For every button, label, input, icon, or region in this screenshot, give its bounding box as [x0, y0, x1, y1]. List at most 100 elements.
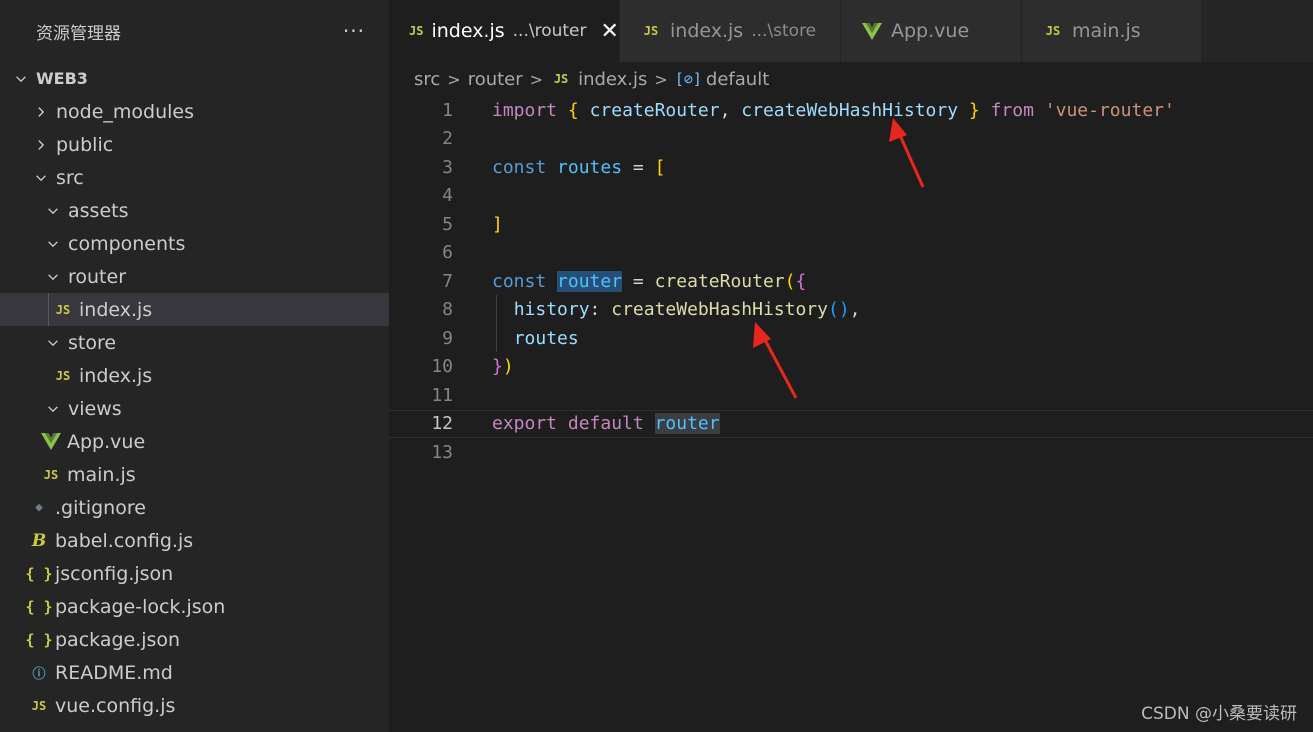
code-line: 10 })	[389, 353, 1313, 382]
tree-folder-node-modules[interactable]: node_modules	[0, 95, 389, 128]
tree-file-package-lock-json[interactable]: { } package-lock.json	[0, 590, 389, 623]
chevron-down-icon	[32, 171, 50, 185]
chevron-down-icon	[12, 72, 30, 86]
close-icon[interactable]: ✕	[601, 19, 619, 44]
token: {	[795, 270, 807, 292]
token: routes	[513, 327, 579, 349]
tree-folder-src[interactable]: src	[0, 161, 389, 194]
tab-label: main.js	[1072, 20, 1141, 42]
tree-file-babel-config[interactable]: B babel.config.js	[0, 524, 389, 557]
tree-item-label: package.json	[55, 628, 181, 651]
chevron-right-icon	[32, 105, 50, 119]
code-line: 6	[389, 239, 1313, 268]
symbol-variable-icon: [⊘]	[674, 70, 702, 88]
breadcrumb-router[interactable]: router	[468, 69, 523, 90]
token: ()	[827, 299, 850, 321]
tree-item-label: views	[68, 397, 122, 420]
tree-item-label: App.vue	[67, 430, 146, 453]
token: import	[492, 99, 558, 121]
code-text: history: createWebHashHistory(),	[492, 299, 861, 320]
js-file-icon: JS	[31, 698, 47, 713]
tree-file-gitignore[interactable]: ◆ .gitignore	[0, 491, 389, 524]
tree-item-label: README.md	[55, 661, 173, 684]
line-number: 7	[442, 270, 453, 292]
tree-file-main-js[interactable]: JS main.js	[0, 458, 389, 491]
tree-item-label: assets	[68, 199, 129, 222]
line-number: 12	[431, 413, 453, 435]
tree-item-label: babel.config.js	[55, 529, 194, 552]
chevron-right-icon: >	[529, 69, 544, 89]
code-text: const router = createRouter({	[492, 270, 807, 292]
tree-file-package-json[interactable]: { } package.json	[0, 623, 389, 656]
chevron-down-icon	[44, 204, 62, 218]
tab-store-index-js[interactable]: JS index.js ...\store	[620, 0, 841, 62]
tree-file-jsconfig-json[interactable]: { } jsconfig.json	[0, 557, 389, 590]
code-text: ]	[492, 214, 503, 235]
breadcrumb-symbol[interactable]: default	[706, 69, 769, 90]
tree-file-router-index-js[interactable]: JS index.js	[0, 293, 389, 326]
code-text: const routes = [	[492, 157, 665, 178]
js-file-icon: JS	[43, 467, 59, 482]
vue-file-icon	[40, 433, 62, 450]
tree-folder-public[interactable]: public	[0, 128, 389, 161]
tree-folder-views[interactable]: views	[0, 392, 389, 425]
token: }	[968, 99, 980, 121]
more-actions-icon[interactable]: ···	[343, 19, 365, 43]
explorer-header: 资源管理器 ···	[0, 0, 389, 62]
token: (	[784, 270, 796, 292]
code-text: import { createRouter, createWebHashHist…	[492, 100, 1175, 121]
tree-item-label: public	[56, 133, 114, 156]
token: ,	[719, 99, 731, 121]
js-file-icon: JS	[643, 24, 659, 38]
git-file-icon: ◆	[35, 500, 43, 515]
editor-tabs: JS index.js ...\router ✕ JS index.js ...…	[389, 0, 1313, 62]
json-file-icon: { }	[25, 597, 53, 616]
token: history	[513, 299, 590, 321]
line-number: 13	[431, 441, 453, 463]
tree-item-label: router	[68, 265, 127, 288]
tree-item-label: .gitignore	[55, 496, 146, 519]
tree-item-label: jsconfig.json	[55, 562, 174, 585]
token: createRouter	[654, 270, 785, 292]
tree-file-app-vue[interactable]: App.vue	[0, 425, 389, 458]
tree-folder-router[interactable]: router	[0, 260, 389, 293]
explorer-sidebar: 资源管理器 ··· WEB3 node_modules public src a…	[0, 0, 389, 732]
breadcrumb-file[interactable]: index.js	[578, 69, 647, 90]
token: :	[589, 299, 601, 321]
tree-item-label: components	[68, 232, 186, 255]
babel-file-icon: B	[31, 530, 47, 551]
token: export	[492, 413, 558, 435]
token: [	[654, 156, 666, 178]
tab-main-js[interactable]: JS main.js	[1022, 0, 1202, 62]
tree-folder-store[interactable]: store	[0, 326, 389, 359]
line-number: 2	[442, 128, 453, 150]
line-number: 5	[442, 213, 453, 235]
breadcrumb: src > router > JS index.js > [⊘] default	[389, 62, 1313, 96]
chevron-down-icon	[44, 402, 62, 416]
watermark: CSDN @小桑要读研	[1141, 704, 1297, 724]
tree-root-web3[interactable]: WEB3	[0, 62, 389, 95]
tree-item-label: index.js	[79, 298, 153, 321]
tree-file-store-index-js[interactable]: JS index.js	[0, 359, 389, 392]
token: routes	[557, 156, 623, 178]
code-text: })	[492, 356, 514, 377]
token: =	[632, 156, 644, 178]
tab-app-vue[interactable]: App.vue	[841, 0, 1022, 62]
line-number: 3	[442, 156, 453, 178]
tab-router-index-js[interactable]: JS index.js ...\router ✕	[389, 0, 620, 62]
indent-guide	[48, 293, 49, 326]
chevron-right-icon: >	[654, 69, 668, 89]
tree-folder-assets[interactable]: assets	[0, 194, 389, 227]
code-text: routes	[492, 328, 579, 349]
code-editor[interactable]: 1 import { createRouter, createWebHashHi…	[389, 96, 1313, 732]
tree-file-vue-config[interactable]: JS vue.config.js	[0, 689, 389, 722]
chevron-right-icon: >	[447, 69, 461, 89]
token: 'vue-router'	[1044, 99, 1175, 121]
chevron-down-icon	[44, 270, 62, 284]
tree-file-readme[interactable]: ⓘ README.md	[0, 656, 389, 689]
token: from	[990, 99, 1034, 121]
line-number: 9	[442, 327, 453, 349]
tree-folder-components[interactable]: components	[0, 227, 389, 260]
tab-label: index.js	[431, 20, 505, 42]
breadcrumb-src[interactable]: src	[414, 69, 440, 90]
